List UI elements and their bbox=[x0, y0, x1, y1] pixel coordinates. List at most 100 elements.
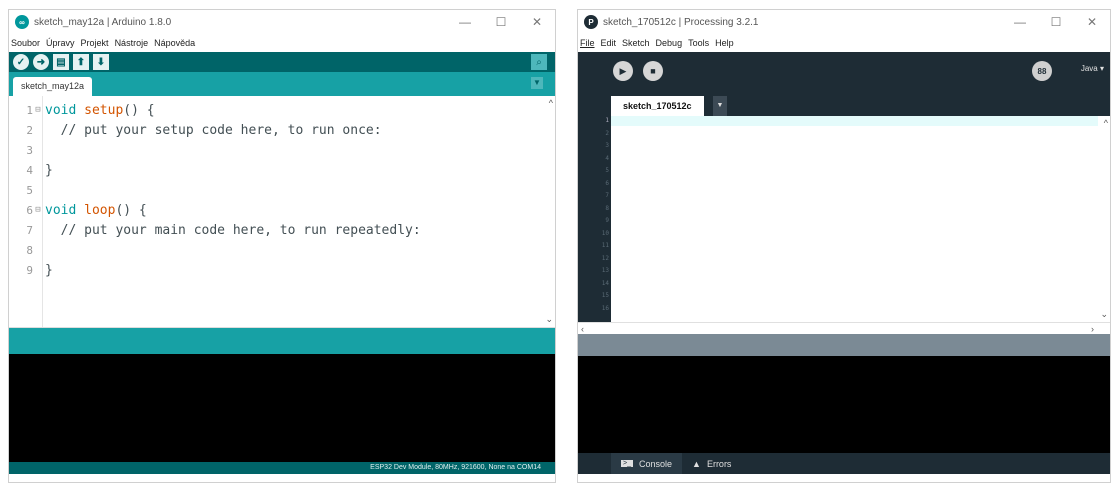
tab-menu-icon[interactable]: ▼ bbox=[713, 96, 727, 116]
line-number: 14 bbox=[601, 279, 609, 287]
vertical-scrollbar[interactable]: ^ ⌄ bbox=[1098, 116, 1110, 322]
arduino-board-bar: ESP32 Dev Module, 80MHz, 921600, None na… bbox=[9, 462, 555, 474]
code-line: 2 // put your setup code here, to run on… bbox=[9, 120, 382, 140]
line-number: 15 bbox=[601, 292, 609, 299]
scroll-down-icon[interactable]: ⌄ bbox=[1100, 309, 1108, 320]
board-status: ESP32 Dev Module, 80MHz, 921600, None na… bbox=[370, 464, 541, 471]
processing-code-editor[interactable]: 1 2 3 4 5 6 7 8 9 10 11 12 13 14 15 16 ^ ⌄ bbox=[578, 116, 1110, 322]
menu-projekt[interactable]: Projekt bbox=[81, 38, 109, 48]
scroll-right-icon[interactable]: › bbox=[1091, 323, 1094, 335]
code-line: 9} bbox=[9, 260, 53, 280]
fold-icon[interactable]: ⊟ bbox=[33, 105, 43, 115]
menu-nastroje[interactable]: Nástroje bbox=[115, 38, 149, 48]
scroll-down-icon[interactable]: ⌄ bbox=[545, 314, 553, 325]
line-number: 7 bbox=[605, 192, 609, 199]
tab-sketch-may12a[interactable]: sketch_may12a bbox=[13, 77, 93, 96]
arduino-menubar: Soubor Úpravy Projekt Nástroje Nápověda bbox=[9, 34, 555, 52]
line-number: 6 bbox=[605, 179, 609, 187]
menu-tools[interactable]: Tools bbox=[688, 38, 709, 48]
line-number: 6 bbox=[26, 203, 33, 217]
arduino-titlebar: ∞ sketch_may12a | Arduino 1.8.0 — ☐ ✕ bbox=[9, 10, 555, 34]
errors-tab[interactable]: ▲ Errors bbox=[682, 453, 741, 474]
stop-icon[interactable]: ■ bbox=[643, 61, 663, 81]
save-icon[interactable]: ⬇ bbox=[93, 54, 109, 70]
processing-window: P sketch_170512c | Processing 3.2.1 — ☐ … bbox=[577, 9, 1111, 483]
code-token: // put your main code here, to run repea… bbox=[45, 222, 421, 238]
code-line: 5 bbox=[9, 180, 45, 200]
warning-icon: ▲ bbox=[692, 458, 701, 469]
menu-help[interactable]: Help bbox=[715, 38, 734, 48]
code-token: } bbox=[45, 162, 53, 178]
line-number: 7 bbox=[26, 223, 33, 237]
menu-sketch[interactable]: Sketch bbox=[622, 38, 650, 48]
menu-file[interactable]: File bbox=[580, 38, 595, 48]
arduino-code-editor[interactable]: ^ ⌄ 1 ⊟ void setup() {2 // put your setup … bbox=[9, 96, 555, 328]
current-line-highlight bbox=[611, 116, 1098, 126]
line-number: 13 bbox=[601, 267, 609, 274]
horizontal-scrollbar[interactable]: ‹ › bbox=[578, 322, 1110, 334]
processing-toolbar: ▶ ■ 88 Java ▾ bbox=[578, 52, 1110, 90]
line-number: 10 bbox=[601, 229, 609, 237]
console-icon: >_ bbox=[621, 460, 633, 467]
maximize-button[interactable]: ☐ bbox=[483, 10, 519, 34]
menu-edit[interactable]: Edit bbox=[601, 38, 617, 48]
scroll-left-icon[interactable]: ‹ bbox=[581, 323, 584, 335]
menu-debug[interactable]: Debug bbox=[656, 38, 683, 48]
line-number: 9 bbox=[605, 217, 609, 224]
upload-icon[interactable]: ➜ bbox=[33, 54, 49, 70]
open-icon[interactable]: ⬆ bbox=[73, 54, 89, 70]
debugger-icon[interactable]: 88 bbox=[1032, 61, 1052, 81]
code-token: setup bbox=[84, 102, 124, 118]
menu-napoveda[interactable]: Nápověda bbox=[154, 38, 195, 48]
code-token: () { bbox=[115, 202, 147, 218]
code-line: 1 ⊟ void setup() { bbox=[9, 100, 154, 120]
fold-icon[interactable]: ⊟ bbox=[33, 205, 43, 215]
arduino-status-bar bbox=[9, 328, 555, 354]
close-button[interactable]: ✕ bbox=[1074, 10, 1110, 34]
line-number: 4 bbox=[605, 154, 609, 162]
verify-icon[interactable]: ✓ bbox=[13, 54, 29, 70]
mode-selector[interactable]: Java ▾ bbox=[1081, 64, 1104, 73]
processing-status-bar bbox=[578, 334, 1110, 356]
serial-monitor-icon[interactable]: ⌕ bbox=[531, 54, 547, 70]
errors-tab-label: Errors bbox=[706, 458, 732, 469]
console-tab[interactable]: >_ Console bbox=[611, 453, 683, 474]
console-tab-label: Console bbox=[638, 458, 673, 469]
processing-titlebar: P sketch_170512c | Processing 3.2.1 — ☐ … bbox=[578, 10, 1110, 34]
line-number-gutter: 1 2 3 4 5 6 7 8 9 10 11 12 13 14 15 16 bbox=[578, 116, 611, 322]
menu-upravy[interactable]: Úpravy bbox=[46, 38, 75, 48]
menu-soubor[interactable]: Soubor bbox=[11, 38, 40, 48]
tab-menu-icon[interactable]: ▼ bbox=[531, 77, 543, 89]
code-text: } bbox=[43, 163, 53, 178]
line-number: 9 bbox=[26, 263, 33, 277]
line-number: 16 bbox=[601, 304, 609, 312]
line-number: 12 bbox=[601, 254, 609, 262]
new-icon[interactable]: ▤ bbox=[53, 54, 69, 70]
tab-sketch-170512c[interactable]: sketch_170512c bbox=[611, 96, 704, 116]
line-number: 2 bbox=[605, 129, 609, 137]
code-token: // put your setup code here, to run once… bbox=[45, 122, 382, 138]
scroll-up-icon[interactable]: ^ bbox=[549, 98, 553, 108]
line-number: 3 bbox=[26, 143, 33, 157]
scroll-up-icon[interactable]: ^ bbox=[1104, 118, 1108, 128]
code-token: void bbox=[45, 202, 85, 218]
code-token: void bbox=[45, 102, 85, 118]
processing-footer: >_ Console ▲ Errors bbox=[578, 453, 1110, 474]
maximize-button[interactable]: ☐ bbox=[1038, 10, 1074, 34]
code-line: 7 // put your main code here, to run rep… bbox=[9, 220, 421, 240]
minimize-button[interactable]: — bbox=[447, 10, 483, 34]
code-text: } bbox=[43, 263, 53, 278]
minimize-button[interactable]: — bbox=[1002, 10, 1038, 34]
processing-logo-icon: P bbox=[584, 15, 598, 29]
code-line: 8 bbox=[9, 240, 45, 260]
run-icon[interactable]: ▶ bbox=[613, 61, 633, 81]
arduino-tab-bar: sketch_may12a ▼ bbox=[9, 72, 555, 96]
arduino-toolbar: ✓ ➜ ▤ ⬆ ⬇ ⌕ bbox=[9, 52, 555, 72]
vertical-scrollbar[interactable]: ^ ⌄ bbox=[543, 96, 555, 327]
line-number: 8 bbox=[605, 204, 609, 212]
close-button[interactable]: ✕ bbox=[519, 10, 555, 34]
line-number: 11 bbox=[601, 242, 609, 249]
processing-console bbox=[578, 356, 1110, 453]
code-text: // put your setup code here, to run once… bbox=[43, 123, 382, 138]
arduino-console bbox=[9, 354, 555, 462]
